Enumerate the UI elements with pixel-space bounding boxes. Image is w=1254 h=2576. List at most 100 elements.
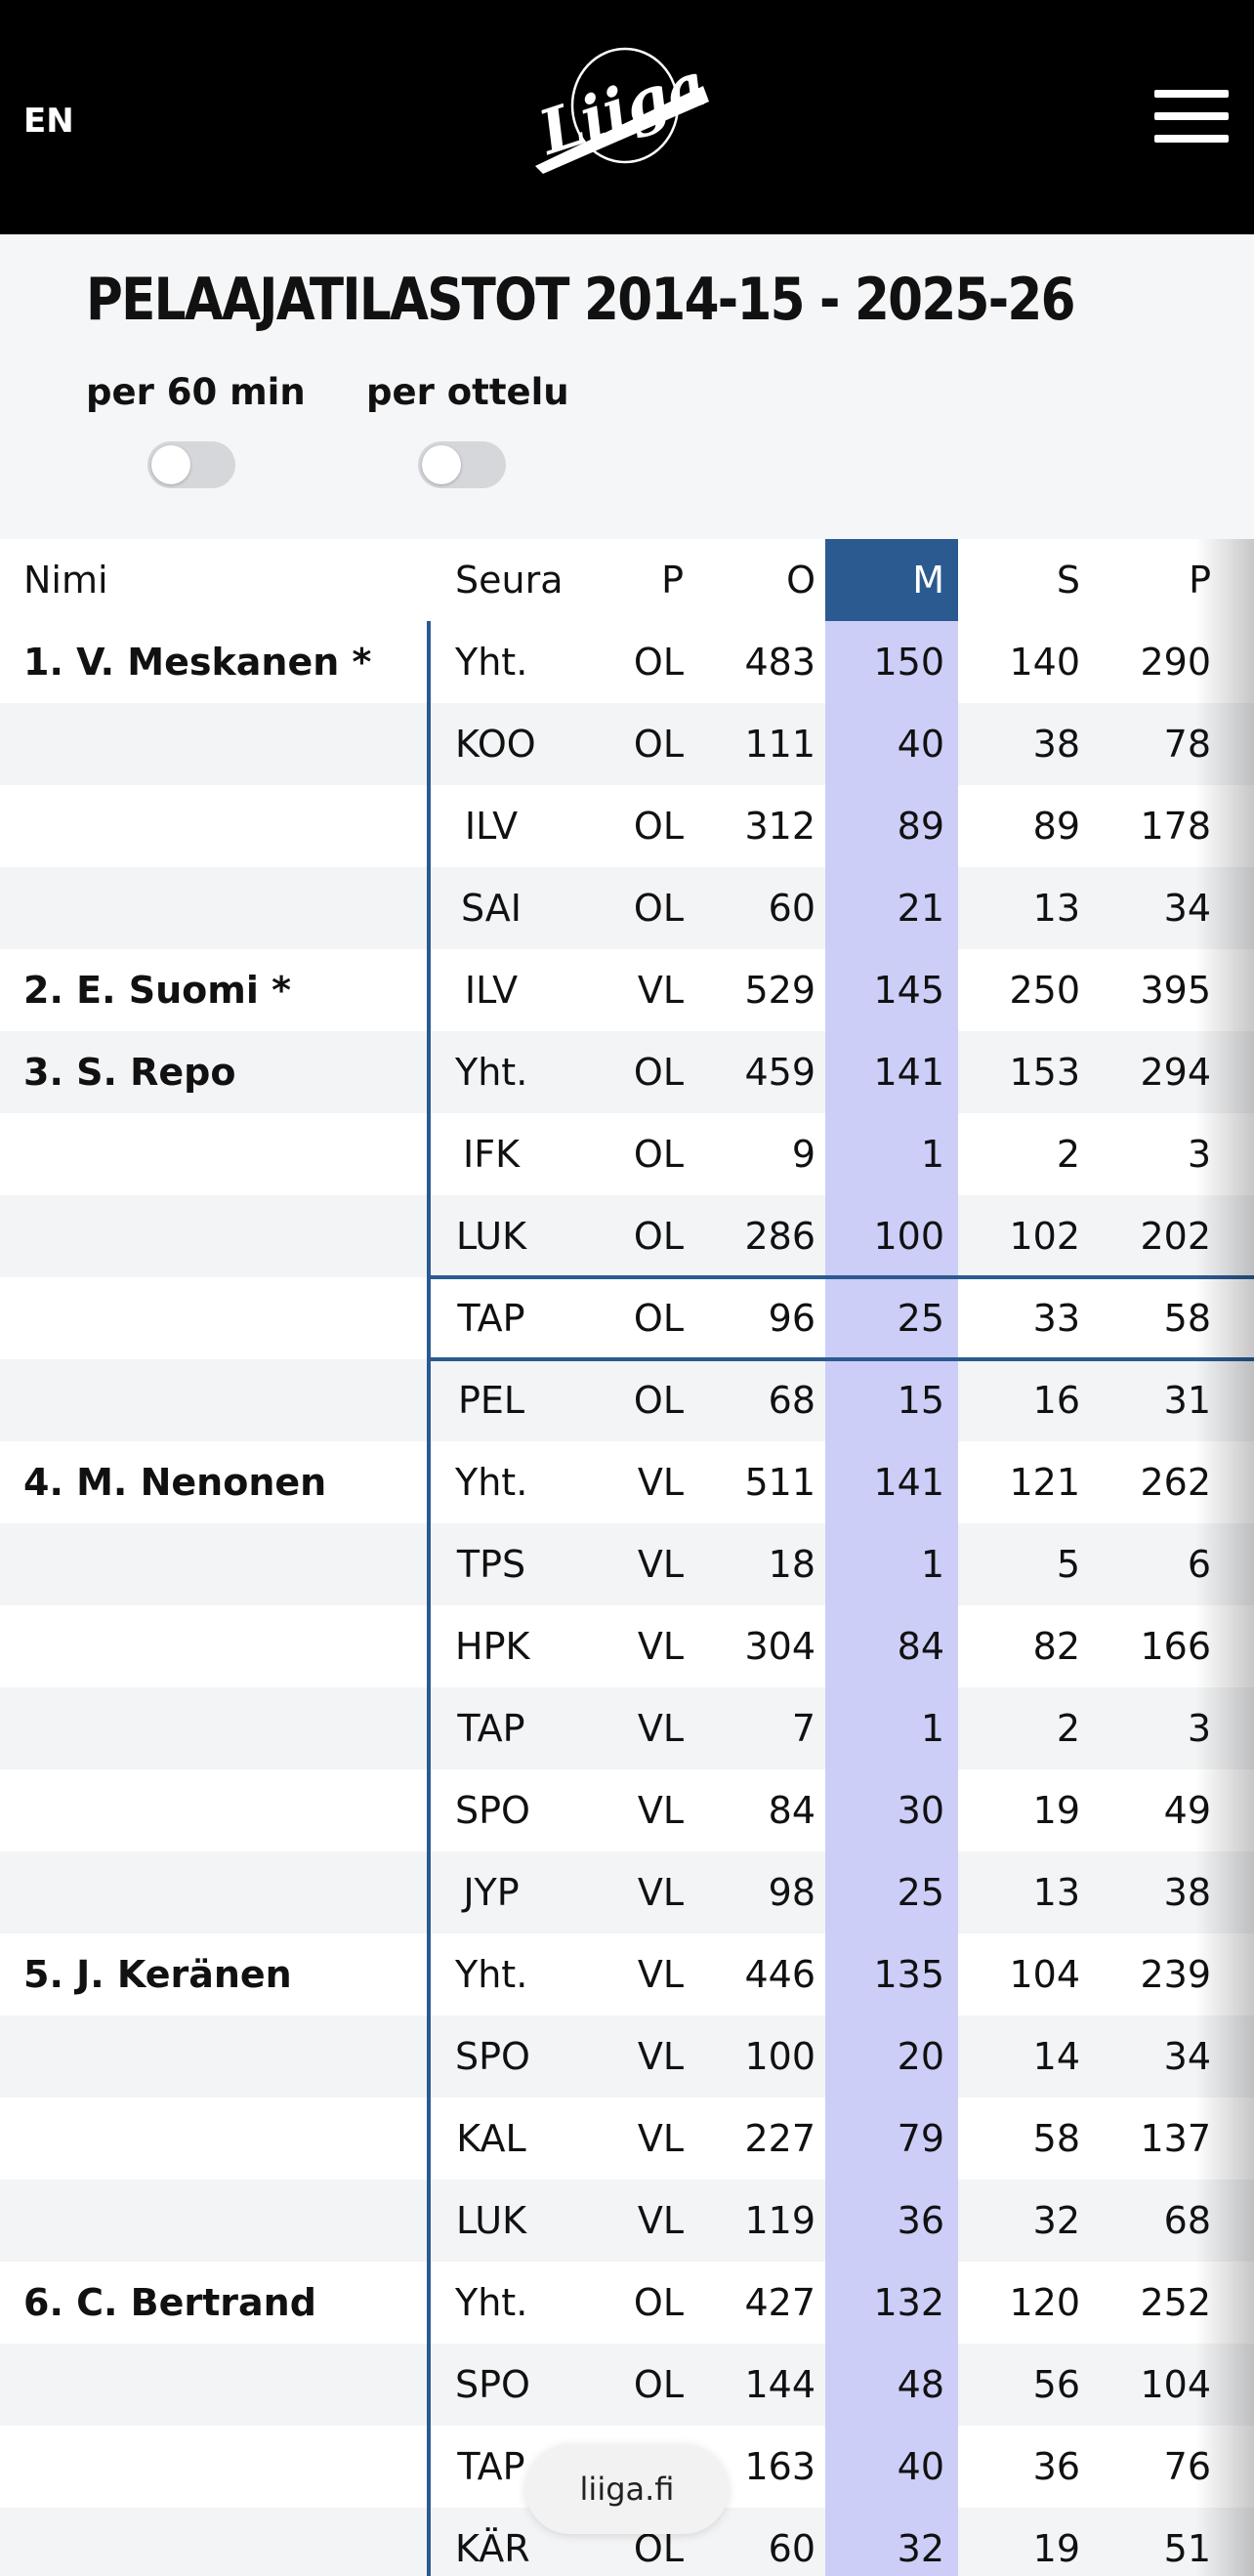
assists-cell: 153 [1009,1051,1080,1094]
page-title: PELAAJATILASTOT 2014-15 - 2025-26 [86,266,1076,334]
top-navigation-bar: EN Liiga [0,0,1254,234]
club-cell: IFK [463,1133,520,1176]
column-header-position[interactable]: P [586,539,684,621]
position-cell: OL [633,1215,684,1258]
club-cell: TAP [457,1297,525,1340]
points-cell: 3 [1187,1707,1211,1750]
assists-cell: 14 [1032,2035,1080,2078]
position-cell: VL [637,2117,684,2160]
goals-cell: 40 [897,2445,944,2488]
points-cell: 290 [1140,641,1211,684]
points-cell: 58 [1163,1297,1211,1340]
assists-cell: 250 [1009,969,1080,1012]
table-row: KAL VL 227 79 58 137 [0,2098,1254,2180]
assists-cell: 5 [1056,1543,1080,1586]
column-header-name[interactable]: Nimi [23,539,108,621]
table-header-row: Nimi Seura P O M S P [0,539,1254,621]
assists-cell: 89 [1032,805,1080,848]
player-name-cell[interactable]: 6. C. Bertrand [23,2262,316,2344]
table-row: KOO OL 111 40 38 78 [0,703,1254,785]
per-60-min-toggle[interactable] [147,441,235,488]
table-row: SPO OL 144 48 56 104 [0,2344,1254,2426]
table-row[interactable]: 3. S. Repo Yht. OL 459 141 153 294 [0,1031,1254,1113]
column-header-club[interactable]: Seura [455,539,564,621]
goals-cell: 1 [920,1543,944,1586]
assists-cell: 104 [1009,1953,1080,1996]
liiga-logo[interactable]: Liiga [527,27,723,184]
assists-cell: 19 [1032,1789,1080,1832]
table-row: ILV OL 312 89 89 178 [0,785,1254,867]
column-header-games[interactable]: O [713,539,815,621]
goals-cell: 40 [897,723,944,766]
position-cell: OL [633,887,684,930]
column-header-assists[interactable]: S [977,539,1080,621]
points-cell: 202 [1140,1215,1211,1258]
games-cell: 511 [744,1461,815,1504]
table-row: JYP VL 98 25 13 38 [0,1851,1254,1933]
games-cell: 100 [744,2035,815,2078]
points-cell: 68 [1163,2199,1211,2242]
club-cell: SPO [455,1789,530,1832]
club-cell: SPO [455,2363,530,2406]
points-cell: 262 [1140,1461,1211,1504]
player-name-cell[interactable]: 1. V. Meskanen * [23,621,371,703]
club-cell: PEL [457,1379,525,1422]
goals-cell: 141 [873,1051,944,1094]
position-cell: OL [633,641,684,684]
points-cell: 34 [1163,887,1211,930]
club-cell: TPS [456,1543,526,1586]
goals-cell: 1 [920,1133,944,1176]
games-cell: 9 [791,1133,815,1176]
hamburger-menu-icon[interactable] [1154,90,1229,145]
table-row[interactable]: 2. E. Suomi * ILV VL 529 145 250 395 [0,949,1254,1031]
browser-url-pill[interactable]: liiga.fi [525,2444,729,2534]
games-cell: 60 [768,887,815,930]
club-cell: TAP [457,1707,525,1750]
goals-cell: 89 [897,805,944,848]
games-cell: 98 [768,1871,815,1914]
games-cell: 119 [744,2199,815,2242]
club-cell: SPO [455,2035,530,2078]
games-cell: 68 [768,1379,815,1422]
position-cell: OL [633,1297,684,1340]
column-header-points[interactable]: P [1104,539,1211,621]
goals-cell: 25 [897,1871,944,1914]
table-row: SPO VL 100 20 14 34 [0,2015,1254,2098]
player-stats-table: Nimi Seura P O M S P 1. V. Meskanen * Yht… [0,539,1254,2576]
club-cell: KAL [456,2117,526,2160]
per-game-toggle[interactable] [418,441,506,488]
goals-cell: 20 [897,2035,944,2078]
position-cell: VL [637,1953,684,1996]
assists-cell: 19 [1032,2527,1080,2570]
position-cell: OL [633,2363,684,2406]
player-name-cell[interactable]: 4. M. Nenonen [23,1441,326,1523]
table-row[interactable]: 5. J. Keränen Yht. VL 446 135 104 239 [0,1933,1254,2015]
position-cell: OL [633,1379,684,1422]
points-cell: 76 [1163,2445,1211,2488]
assists-cell: 2 [1056,1707,1080,1750]
column-header-goals[interactable]: M [825,539,958,621]
player-name-cell[interactable]: 2. E. Suomi * [23,949,291,1031]
table-row[interactable]: 1. V. Meskanen * Yht. OL 483 150 140 290 [0,621,1254,703]
points-cell: 137 [1140,2117,1211,2160]
player-name-cell[interactable]: 5. J. Keränen [23,1933,292,2015]
assists-cell: 16 [1032,1379,1080,1422]
games-cell: 7 [791,1707,815,1750]
table-row[interactable]: 6. C. Bertrand Yht. OL 427 132 120 252 [0,2262,1254,2344]
language-switch[interactable]: EN [23,102,74,141]
assists-cell: 140 [1009,641,1080,684]
goals-cell: 21 [897,887,944,930]
goals-cell: 36 [897,2199,944,2242]
assists-cell: 13 [1032,1871,1080,1914]
points-cell: 395 [1140,969,1211,1012]
table-row[interactable]: 4. M. Nenonen Yht. VL 511 141 121 262 [0,1441,1254,1523]
games-cell: 60 [768,2527,815,2570]
club-cell: Yht. [455,1461,528,1504]
name-column-divider [427,621,431,2576]
player-name-cell[interactable]: 3. S. Repo [23,1031,235,1113]
goals-cell: 135 [873,1953,944,1996]
per-60-min-label: per 60 min [86,371,306,413]
assists-cell: 38 [1032,723,1080,766]
points-cell: 252 [1140,2281,1211,2324]
games-cell: 427 [744,2281,815,2324]
